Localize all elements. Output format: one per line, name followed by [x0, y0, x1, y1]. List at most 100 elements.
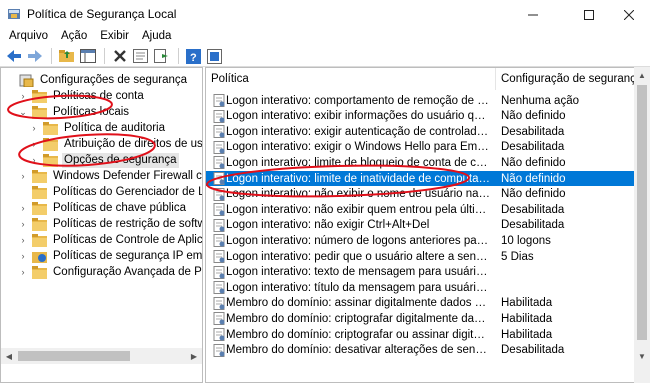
ip-security-icon: [32, 251, 47, 263]
scroll-down-icon[interactable]: ▼: [634, 348, 650, 364]
tree-item-label: Políticas de restrição de software: [53, 217, 202, 230]
expand-toggle-icon[interactable]: ›: [18, 264, 28, 280]
policy-row[interactable]: Membro do domínio: criptografar ou assin…: [206, 327, 634, 342]
tree-item[interactable]: › Opções de segurança: [29, 152, 179, 168]
tree-item[interactable]: › Políticas de restrição de software: [18, 216, 202, 232]
policy-row[interactable]: Logon interativo: não exibir o nome de u…: [206, 187, 634, 202]
help-button[interactable]: ?: [184, 47, 203, 65]
delete-button[interactable]: [110, 47, 129, 65]
scroll-right-icon[interactable]: ▶: [186, 348, 202, 364]
toolbar-separator: [51, 48, 52, 64]
tree-item[interactable]: ⌄ Políticas locais: [18, 104, 131, 120]
help-book-button[interactable]: [205, 47, 224, 65]
list-scroll-thumb[interactable]: [637, 85, 647, 340]
policy-row[interactable]: Logon interativo: título da mensagem par…: [206, 280, 634, 295]
policy-name: Logon interativo: número de logons anter…: [226, 234, 491, 247]
tree-item[interactable]: Configurações de segurança: [5, 72, 189, 88]
expand-toggle-icon[interactable]: ›: [18, 232, 28, 248]
policy-name: Membro do domínio: criptografar ou assin…: [226, 328, 491, 341]
policy-row[interactable]: Membro do domínio: criptografar digitalm…: [206, 311, 634, 326]
tree-horizontal-scrollbar[interactable]: ◀ ▶: [1, 348, 202, 364]
policy-row[interactable]: Membro do domínio: desativar alterações …: [206, 343, 634, 358]
menu-exibir[interactable]: Exibir: [93, 29, 135, 46]
tree-item[interactable]: › Políticas de Controle de Aplicativo: [18, 232, 202, 248]
policy-setting: Nenhuma ação: [501, 94, 579, 107]
tree-item-label: Política de auditoria: [64, 121, 166, 134]
folder-icon: [43, 153, 58, 167]
tree-item[interactable]: Políticas do Gerenciador de Listas de R: [18, 184, 202, 200]
policy-row[interactable]: Logon interativo: exibir informações do …: [206, 109, 634, 124]
toolbar-separator: [104, 48, 105, 64]
column-header-setting[interactable]: Configuração de seguranç: [496, 68, 634, 90]
policy-row[interactable]: Membro do domínio: assinar digitalmente …: [206, 296, 634, 311]
policy-row[interactable]: Logon interativo: não exigir Ctrl+Alt+De…: [206, 218, 634, 233]
expand-toggle-icon[interactable]: ›: [29, 120, 39, 136]
back-button[interactable]: [4, 47, 23, 65]
expand-toggle-icon[interactable]: ›: [18, 200, 28, 216]
policy-item-icon: [213, 328, 225, 341]
policy-row[interactable]: Logon interativo: não exibir quem entrou…: [206, 202, 634, 217]
expand-toggle-icon[interactable]: ›: [29, 152, 39, 168]
policy-setting: Não definido: [501, 156, 566, 169]
list-vertical-scrollbar[interactable]: ▲ ▼: [634, 67, 650, 383]
scroll-up-icon[interactable]: ▲: [634, 67, 650, 83]
tree-scroll-thumb[interactable]: [18, 351, 130, 361]
menu-ajuda[interactable]: Ajuda: [135, 29, 177, 46]
policy-row[interactable]: Logon interativo: exigir autenticação de…: [206, 124, 634, 139]
up-folder-button[interactable]: [57, 47, 76, 65]
forward-button[interactable]: [25, 47, 44, 65]
folder-icon: [32, 89, 47, 103]
policy-name: Logon interativo: título da mensagem par…: [226, 281, 491, 294]
tree-item[interactable]: › Configuração Avançada de Política de: [18, 264, 202, 280]
policy-row[interactable]: Logon interativo: exigir o Windows Hello…: [206, 140, 634, 155]
policy-setting: Desabilitada: [501, 219, 565, 232]
policy-name: Logon interativo: exigir o Windows Hello…: [226, 141, 491, 154]
scroll-left-icon[interactable]: ◀: [1, 348, 17, 364]
expand-toggle-icon[interactable]: ›: [18, 248, 28, 264]
console-tree-icon: [79, 49, 96, 63]
console-tree-button[interactable]: [78, 47, 97, 65]
policy-item-icon: [213, 203, 225, 217]
tree-item[interactable]: › Políticas de chave pública: [18, 200, 188, 216]
folder-icon: [32, 169, 47, 183]
policy-row[interactable]: Logon interativo: pedir que o usuário al…: [206, 249, 634, 264]
policy-name: Logon interativo: não exibir quem entrou…: [226, 203, 491, 216]
tree-item[interactable]: › Atribuição de direitos de usuário: [29, 136, 202, 152]
close-button[interactable]: [606, 0, 650, 29]
expand-toggle-icon[interactable]: ⌄: [18, 104, 28, 120]
policy-item-icon: [213, 312, 225, 326]
policy-row[interactable]: Logon interativo: número de logons anter…: [206, 233, 634, 248]
minimize-button[interactable]: [510, 0, 556, 29]
policy-row[interactable]: Logon interativo: limite de bloqueio de …: [206, 155, 634, 170]
properties-button[interactable]: [131, 47, 150, 65]
tree-item-label: Configurações de segurança: [40, 73, 188, 86]
expand-toggle-icon[interactable]: ›: [18, 88, 28, 104]
title-bar: Política de Segurança Local: [0, 0, 650, 29]
tree-item[interactable]: › Política de auditoria: [29, 120, 167, 136]
menu-arquivo[interactable]: Arquivo: [0, 29, 54, 46]
policy-item-icon: [213, 265, 225, 279]
policy-setting: Habilitada: [501, 312, 553, 325]
toolbar-separator: [178, 48, 179, 64]
menu-acao[interactable]: Ação: [54, 29, 93, 46]
policy-setting: Desabilitada: [501, 141, 565, 154]
policy-setting: Não definido: [501, 188, 566, 201]
tree-item[interactable]: › Políticas de conta: [18, 88, 146, 104]
window-title: Política de Segurança Local: [27, 7, 177, 21]
column-header-policy[interactable]: Política: [206, 68, 496, 90]
security-policy-app-icon: [8, 9, 20, 19]
tree-item-label: Políticas de conta: [53, 89, 144, 102]
policy-row[interactable]: Logon interativo: limite de inatividade …: [206, 171, 634, 186]
policy-row[interactable]: Logon interativo: comportamento de remoç…: [206, 93, 634, 108]
export-button[interactable]: [152, 47, 171, 65]
expand-toggle-icon[interactable]: ›: [18, 168, 28, 184]
expand-toggle-icon[interactable]: ›: [18, 216, 28, 232]
policy-row[interactable]: Logon interativo: texto de mensagem para…: [206, 265, 634, 280]
tree-item[interactable]: › Políticas de segurança IP em Computa: [18, 248, 202, 264]
policy-name: Logon interativo: limite de bloqueio de …: [226, 156, 491, 169]
policy-setting: Não definido: [501, 172, 566, 185]
tree-item[interactable]: › Windows Defender Firewall com Segur: [18, 168, 202, 184]
expand-toggle-icon[interactable]: ›: [29, 136, 39, 152]
